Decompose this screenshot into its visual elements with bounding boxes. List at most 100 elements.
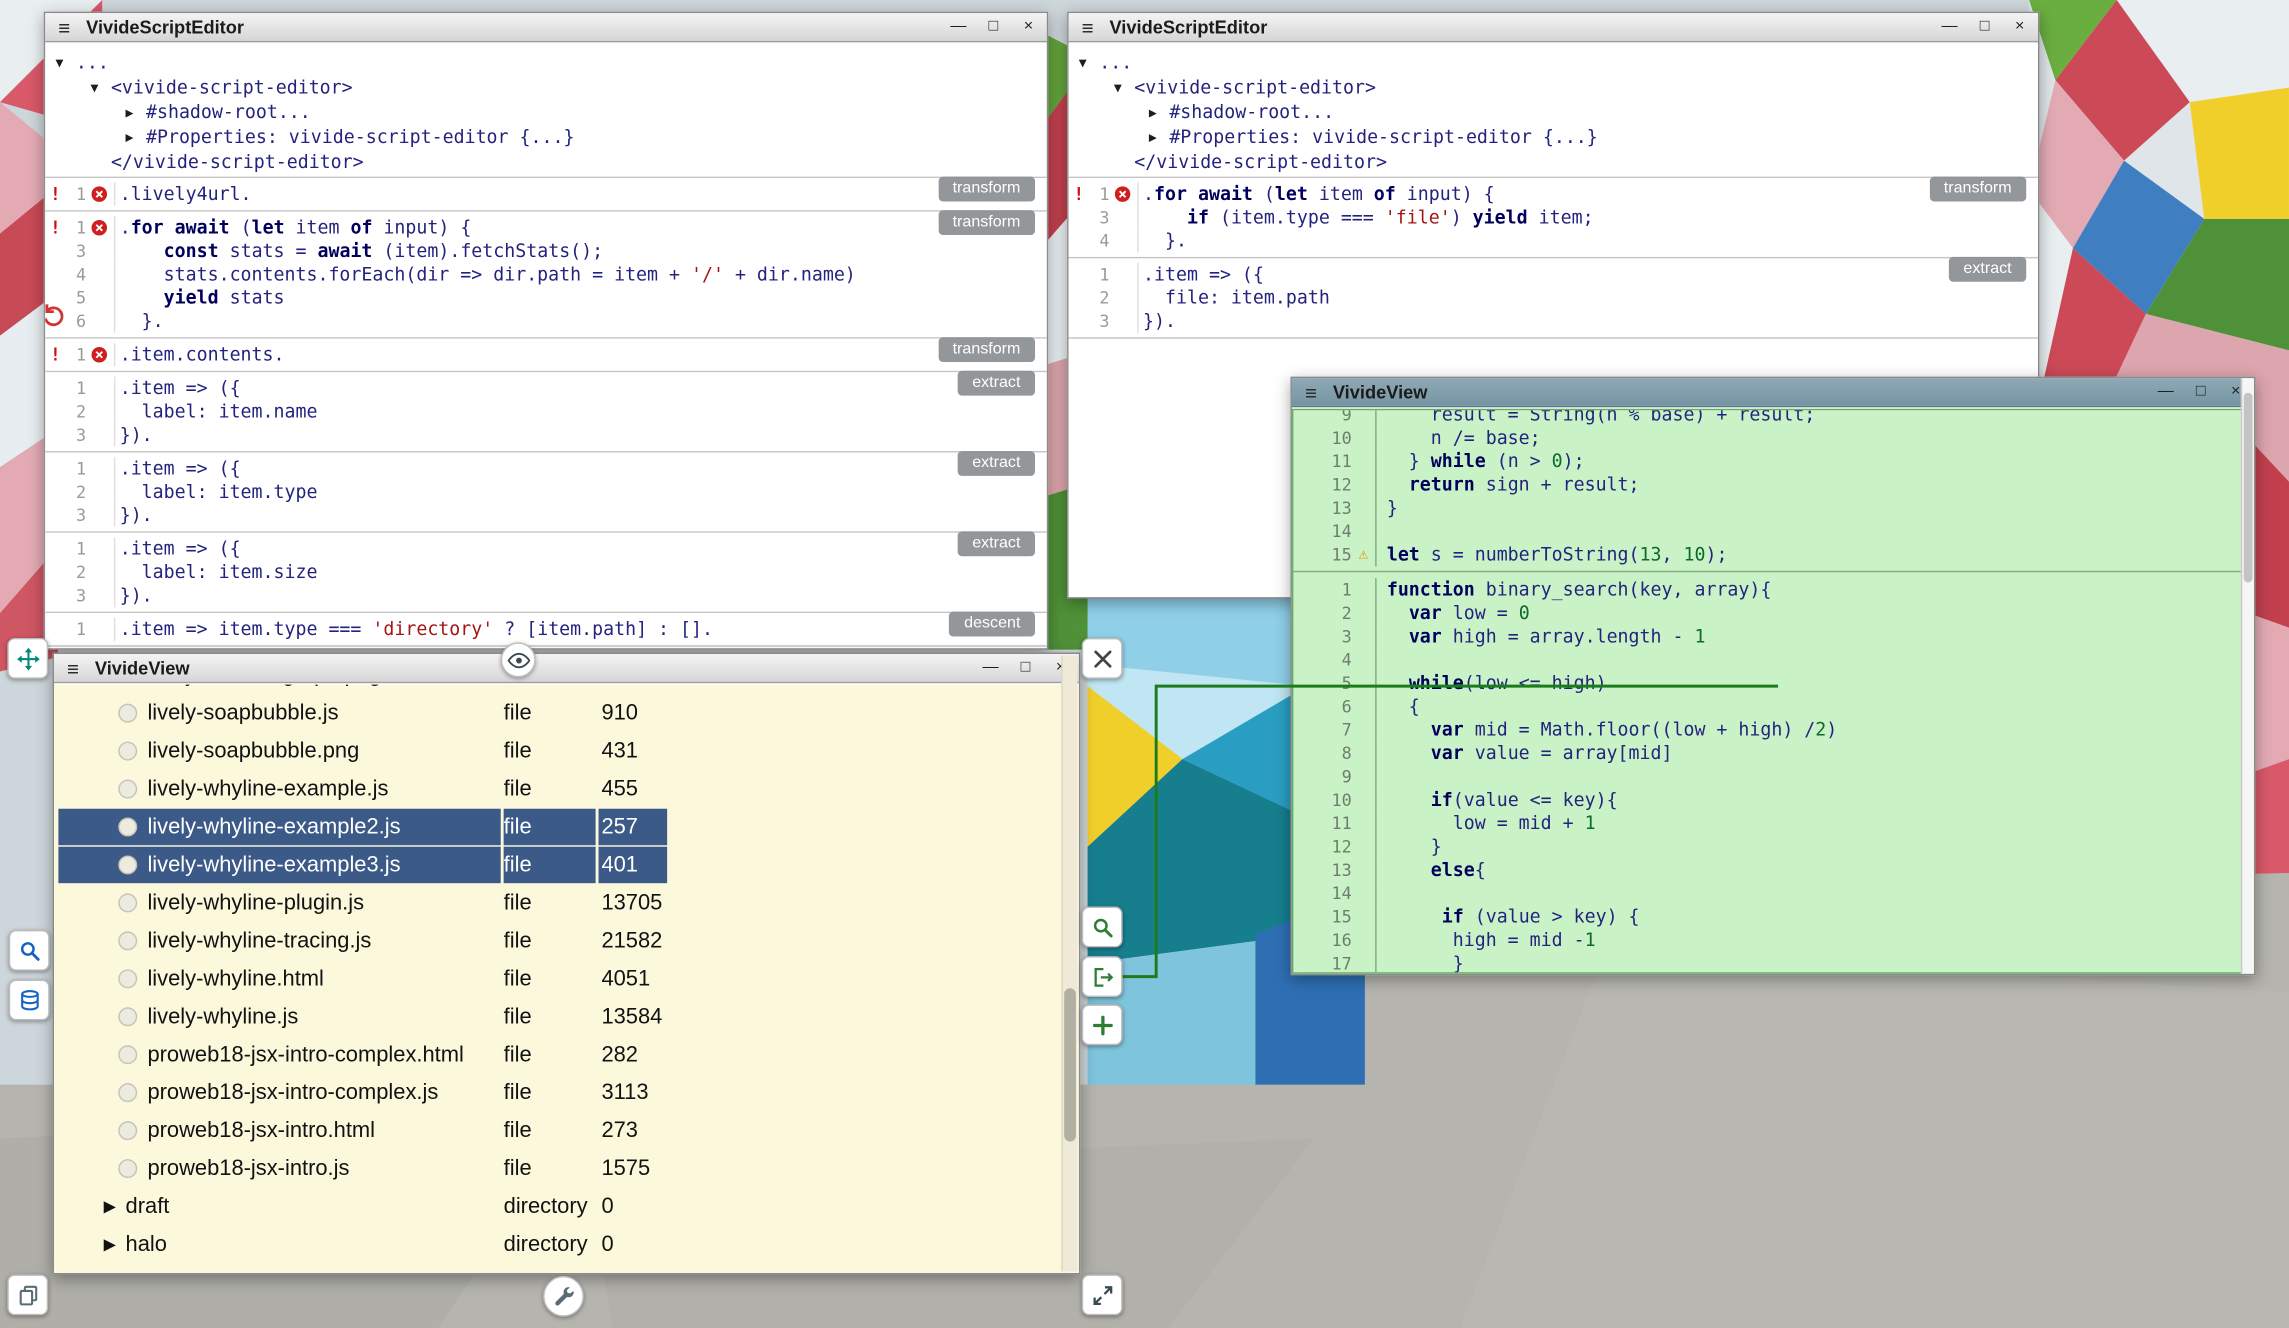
code-line[interactable]: 5 while(low <= high) [1293,672,2252,695]
code-line[interactable]: 10 n /= base; [1293,426,2252,449]
file-row[interactable]: lively-whyline.jsfile13584 [54,997,1079,1035]
minimize-button[interactable]: — [981,660,1000,676]
code-line[interactable]: 4 stats.contents.forEach(dir => dir.path… [45,263,1046,286]
window-vivide-view-files[interactable]: ≡ VivideView — □ × lively-module-graph.p… [53,653,1081,1275]
file-row[interactable]: lively-whyline-example2.jsfile257 [54,807,1079,845]
code-line[interactable]: 2 var low = 0 [1293,601,2252,624]
dom-tree-line[interactable]: </vivide-script-editor> [45,150,1046,172]
inspect-halo-button[interactable] [1082,907,1123,948]
code-line[interactable]: 10 if(value <= key){ [1293,788,2252,811]
minimize-button[interactable]: — [2156,384,2175,400]
tree-expand-icon[interactable]: ▶ [126,104,146,126]
dom-tree-line[interactable]: </vivide-script-editor> [1069,150,2038,172]
window-titlebar[interactable]: ≡ VivideScriptEditor — □ × [45,13,1046,42]
file-row[interactable]: lively-whyline.htmlfile4051 [54,959,1079,997]
code-line[interactable]: 15⚠let s = numberToString(13, 10); [1293,543,2252,566]
minimize-button[interactable]: — [949,19,968,35]
scrollbar-thumb[interactable] [2244,393,2253,583]
scrollbar[interactable] [1061,655,1077,1271]
script-step-section[interactable]: 1.item => ({2 label: item.size3}).extrac… [45,533,1046,613]
script-step-section[interactable]: 1.item => ({2 file: item.path3}).extract [1069,258,2038,338]
code-line[interactable]: 1.item => ({ [45,457,1046,480]
script-step-section[interactable]: !1.lively4url.transform [45,178,1046,212]
window-vivide-script-editor-1[interactable]: ≡ VivideScriptEditor — □ × ▼...▼<vivide-… [44,12,1048,650]
close-halo-button[interactable] [1082,638,1123,679]
file-row[interactable]: ▶draftdirectory0 [54,1187,1079,1225]
file-row[interactable]: lively-whyline-example.jsfile455 [54,769,1079,807]
expand-triangle-icon[interactable]: ▶ [104,1234,126,1253]
move-halo-button[interactable] [7,638,48,679]
code-line[interactable]: 9 [1293,765,2252,788]
code-line[interactable]: 11 low = mid + 1 [1293,812,2252,835]
resize-halo-button[interactable] [1082,1274,1123,1315]
code-line[interactable]: 7 var mid = Math.floor((low + high) /2) [1293,718,2252,741]
tree-collapse-icon[interactable]: ▼ [1114,79,1134,101]
code-line[interactable]: 3 if (item.type === 'file') yield item; [1069,206,2038,229]
window-titlebar[interactable]: ≡ VivideView — □ × [54,654,1079,683]
window-menu-icon[interactable]: ≡ [54,17,74,37]
code-line[interactable]: 1.item => item.type === 'directory' ? [i… [45,618,1046,641]
close-button[interactable]: × [2010,19,2029,35]
code-line[interactable]: 1function binary_search(key, array){ [1293,578,2252,601]
code-line[interactable]: 13} [1293,496,2252,519]
tree-expand-icon[interactable]: ▶ [1149,128,1169,150]
code-line[interactable]: 9 result = String(n % base) + result; [1293,409,2252,427]
window-menu-icon[interactable]: ≡ [1077,17,1097,37]
code-line[interactable]: !1.for await (let item of input) { [45,216,1046,239]
code-line[interactable]: !1.item.contents. [45,343,1046,366]
connect-output-halo-button[interactable] [1082,956,1123,997]
file-row[interactable]: ▶halodirectory0 [54,1225,1079,1263]
undo-icon[interactable] [45,301,67,329]
code-line[interactable]: 2 file: item.path [1069,286,2038,309]
tree-expand-icon[interactable]: ▶ [1149,104,1169,126]
code-line[interactable]: 1.item => ({ [1069,263,2038,286]
code-line[interactable]: 4 }. [1069,229,2038,252]
code-line[interactable]: 15 if (value > key) { [1293,905,2252,928]
dom-tree-line[interactable]: ▼... [1069,51,2038,76]
scrollbar-thumb[interactable] [1064,988,1076,1142]
wrench-halo-button[interactable] [543,1276,584,1317]
code-line[interactable]: 12 return sign + result; [1293,473,2252,496]
tree-collapse-icon[interactable]: ▼ [1079,54,1099,76]
code-line[interactable]: 13 else{ [1293,858,2252,881]
window-menu-icon[interactable]: ≡ [1301,382,1321,402]
data-source-halo-button[interactable] [9,980,50,1021]
file-row[interactable]: lively-whyline-example3.jsfile401 [54,845,1079,883]
eye-halo-button[interactable] [501,642,536,677]
code-line[interactable]: 17 } [1293,952,2252,974]
script-step-section[interactable]: !1.item.contents.transform [45,339,1046,373]
dom-tree-line[interactable]: ▶#Properties: vivide-script-editor {...} [1069,126,2038,151]
code-line[interactable]: 5 yield stats [45,286,1046,309]
code-line[interactable]: 3 const stats = await (item).fetchStats(… [45,239,1046,262]
file-row[interactable]: proweb18-jsx-intro-complex.jsfile3113 [54,1073,1079,1111]
file-row[interactable]: lively-whyline-plugin.jsfile13705 [54,883,1079,921]
dom-tree-line[interactable]: ▶#shadow-root... [45,101,1046,126]
close-button[interactable]: × [1019,19,1038,35]
code-line[interactable]: 1.item => ({ [45,377,1046,400]
dom-tree-line[interactable]: ▼<vivide-script-editor> [45,76,1046,101]
dom-tree-line[interactable]: ▼<vivide-script-editor> [1069,76,2038,101]
maximize-button[interactable]: □ [1016,660,1035,676]
file-row[interactable]: proweb18-jsx-intro.jsfile1575 [54,1149,1079,1187]
maximize-button[interactable]: □ [1975,19,1994,35]
window-menu-icon[interactable]: ≡ [63,658,83,678]
code-line[interactable]: !1.for await (let item of input) { [1069,182,2038,205]
file-row[interactable]: lively-whyline-tracing.jsfile21582 [54,921,1079,959]
code-line[interactable]: 3}). [45,423,1046,446]
file-row[interactable]: proweb18-jsx-intro-complex.htmlfile282 [54,1035,1079,1073]
code-line[interactable]: 3}). [45,504,1046,527]
maximize-button[interactable]: □ [984,19,1003,35]
code-line[interactable]: 14 [1293,520,2252,543]
file-row[interactable]: lively-module-graph.pngfile4704 [54,685,1079,694]
file-row[interactable]: index.htmlfile221 [54,1263,1079,1273]
script-step-section[interactable]: 1.item => item.type === 'directory' ? [i… [45,613,1046,647]
code-line[interactable]: 14 [1293,882,2252,905]
code-line[interactable]: 16 high = mid -1 [1293,928,2252,951]
tree-expand-icon[interactable]: ▶ [126,128,146,150]
code-line[interactable]: 6 }. [45,309,1046,332]
code-line[interactable]: 4 [1293,648,2252,671]
script-step-section[interactable]: !1.for await (let item of input) {3 if (… [1069,178,2038,258]
file-row[interactable]: lively-soapbubble.pngfile431 [54,731,1079,769]
code-line[interactable]: 11 } while (n > 0); [1293,450,2252,473]
file-row[interactable]: proweb18-jsx-intro.htmlfile273 [54,1111,1079,1149]
